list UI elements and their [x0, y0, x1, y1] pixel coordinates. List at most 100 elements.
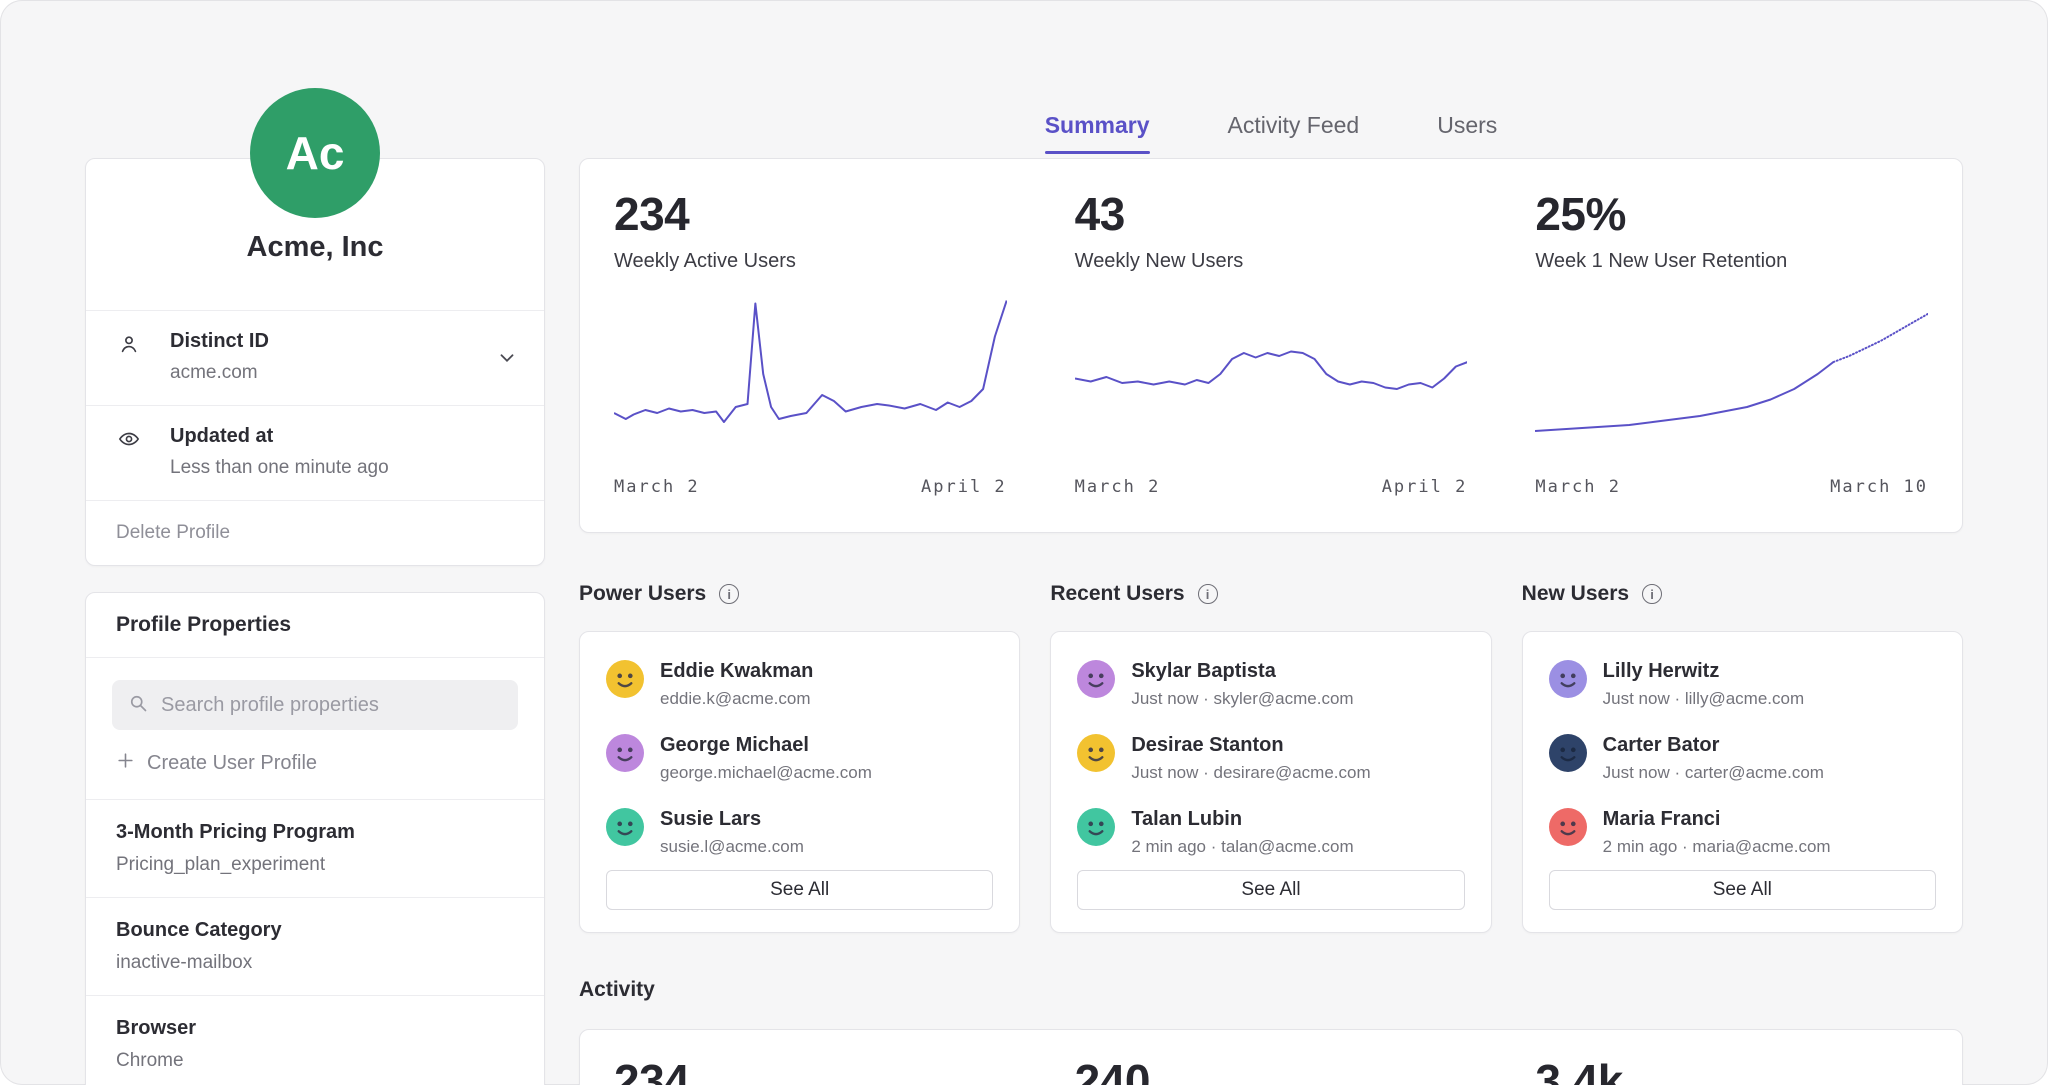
info-icon[interactable]: i [1198, 584, 1218, 604]
user-row[interactable]: Lilly Herwitz Just now · lilly@acme.com [1549, 660, 1936, 709]
section-title: Recent Users [1050, 582, 1184, 606]
tab-bar: Summary Activity Feed Users [579, 112, 1963, 154]
user-meta: Just now · desirare@acme.com [1131, 763, 1370, 783]
profile-card: Acme, Inc Distinct ID acme.com Updated a… [85, 158, 545, 566]
activity-stat-1: 234 [580, 1030, 1041, 1085]
new-users-card: Lilly Herwitz Just now · lilly@acme.com … [1522, 631, 1963, 933]
user-name: Skylar Baptista [1131, 660, 1353, 683]
power-users-section: Power Users i Eddie Kwakman eddie.k@acme… [579, 578, 1020, 933]
user-avatar [1077, 808, 1115, 846]
user-row[interactable]: Skylar Baptista Just now · skyler@acme.c… [1077, 660, 1464, 709]
create-user-profile-button[interactable]: Create User Profile [86, 730, 544, 800]
new-users-header: New Users i [1522, 578, 1963, 610]
user-name: Talan Lubin [1131, 808, 1353, 831]
plus-icon [116, 751, 135, 776]
activity-stats-card: 234 240 3.4k [579, 1029, 1963, 1085]
user-avatar [1549, 808, 1587, 846]
recent-users-header: Recent Users i [1050, 578, 1491, 610]
x-axis-ticks: March 2 April 2 [1075, 477, 1468, 497]
property-row[interactable]: Bounce Category inactive-mailbox [86, 898, 544, 996]
user-avatar [1077, 734, 1115, 772]
user-row[interactable]: Maria Franci 2 min ago · maria@acme.com [1549, 808, 1936, 857]
stat-value: 25% [1535, 187, 1928, 241]
user-name: George Michael [660, 734, 872, 757]
distinct-id-row[interactable]: Distinct ID acme.com [86, 310, 544, 405]
user-meta: eddie.k@acme.com [660, 689, 813, 709]
profile-properties-card: Profile Properties Create User Profile 3… [85, 592, 545, 1085]
user-meta: Just now · carter@acme.com [1603, 763, 1824, 783]
tab-users[interactable]: Users [1437, 112, 1497, 154]
user-row[interactable]: George Michael george.michael@acme.com [606, 734, 993, 783]
profile-properties-title: Profile Properties [86, 593, 544, 658]
info-icon[interactable]: i [719, 584, 739, 604]
stat-label: Weekly New Users [1075, 250, 1468, 273]
x-tick-right: March 10 [1830, 477, 1928, 497]
stat-value: 240 [1075, 1054, 1468, 1085]
user-row[interactable]: Talan Lubin 2 min ago · talan@acme.com [1077, 808, 1464, 857]
property-value: inactive-mailbox [116, 952, 514, 974]
stat-weekly-active-users: 234 Weekly Active Users March 2 April 2 [580, 159, 1041, 532]
stat-weekly-new-users: 43 Weekly New Users March 2 April 2 [1041, 159, 1502, 532]
x-tick-left: March 2 [1075, 477, 1161, 497]
user-name: Eddie Kwakman [660, 660, 813, 683]
x-tick-right: April 2 [921, 477, 1007, 497]
section-title: New Users [1522, 582, 1629, 606]
power-users-header: Power Users i [579, 578, 1020, 610]
info-icon[interactable]: i [1642, 584, 1662, 604]
weekly-active-users-chart [614, 299, 1007, 449]
user-avatar [606, 808, 644, 846]
person-icon [118, 333, 140, 360]
stat-week1-retention: 25% Week 1 New User Retention March 2 Ma… [1501, 159, 1962, 532]
user-avatar [1077, 660, 1115, 698]
user-row[interactable]: Susie Lars susie.l@acme.com [606, 808, 993, 857]
updated-at-value: Less than one minute ago [170, 457, 514, 479]
user-name: Desirae Stanton [1131, 734, 1370, 757]
distinct-id-label: Distinct ID [170, 330, 514, 353]
x-axis-ticks: March 2 April 2 [614, 477, 1007, 497]
new-users-section: New Users i Lilly Herwitz Just now · lil… [1522, 578, 1963, 933]
delete-profile-button[interactable]: Delete Profile [86, 500, 544, 565]
property-row[interactable]: 3-Month Pricing Program Pricing_plan_exp… [86, 800, 544, 898]
weekly-new-users-chart [1075, 299, 1468, 449]
see-all-button[interactable]: See All [606, 870, 993, 910]
stat-value: 234 [614, 1054, 1007, 1085]
tab-activity-feed[interactable]: Activity Feed [1228, 112, 1360, 154]
activity-stat-3: 3.4k [1501, 1030, 1962, 1085]
user-row[interactable]: Eddie Kwakman eddie.k@acme.com [606, 660, 993, 709]
property-value: Pricing_plan_experiment [116, 854, 514, 876]
see-all-button[interactable]: See All [1077, 870, 1464, 910]
main-content: Summary Activity Feed Users 234 Weekly A… [579, 0, 1963, 1085]
profile-properties-search[interactable] [112, 680, 518, 730]
x-tick-left: March 2 [1535, 477, 1621, 497]
tab-summary[interactable]: Summary [1045, 112, 1150, 154]
user-meta: george.michael@acme.com [660, 763, 872, 783]
chevron-down-icon[interactable] [496, 347, 518, 374]
stat-label: Weekly Active Users [614, 250, 1007, 273]
user-name: Susie Lars [660, 808, 804, 831]
power-users-card: Eddie Kwakman eddie.k@acme.com George Mi… [579, 631, 1020, 933]
user-meta: 2 min ago · talan@acme.com [1131, 837, 1353, 857]
activity-stat-2: 240 [1041, 1030, 1502, 1085]
see-all-button[interactable]: See All [1549, 870, 1936, 910]
recent-users-card: Skylar Baptista Just now · skyler@acme.c… [1050, 631, 1491, 933]
x-axis-ticks: March 2 March 10 [1535, 477, 1928, 497]
user-name: Carter Bator [1603, 734, 1824, 757]
user-meta: susie.l@acme.com [660, 837, 804, 857]
activity-section-title: Activity [579, 978, 655, 1002]
stat-value: 234 [614, 187, 1007, 241]
property-name: Bounce Category [116, 919, 514, 942]
property-name: 3-Month Pricing Program [116, 821, 514, 844]
property-name: Browser [116, 1017, 514, 1040]
x-tick-right: April 2 [1382, 477, 1468, 497]
stat-value: 43 [1075, 187, 1468, 241]
property-row[interactable]: Browser Chrome [86, 996, 544, 1085]
section-title: Power Users [579, 582, 706, 606]
user-meta: Just now · skyler@acme.com [1131, 689, 1353, 709]
create-user-profile-label: Create User Profile [147, 752, 317, 775]
user-lists-row: Power Users i Eddie Kwakman eddie.k@acme… [579, 578, 1963, 933]
search-input[interactable] [159, 693, 502, 718]
user-row[interactable]: Carter Bator Just now · carter@acme.com [1549, 734, 1936, 783]
property-value: Chrome [116, 1050, 514, 1072]
company-avatar-initials: Ac [286, 126, 345, 180]
user-row[interactable]: Desirae Stanton Just now · desirare@acme… [1077, 734, 1464, 783]
